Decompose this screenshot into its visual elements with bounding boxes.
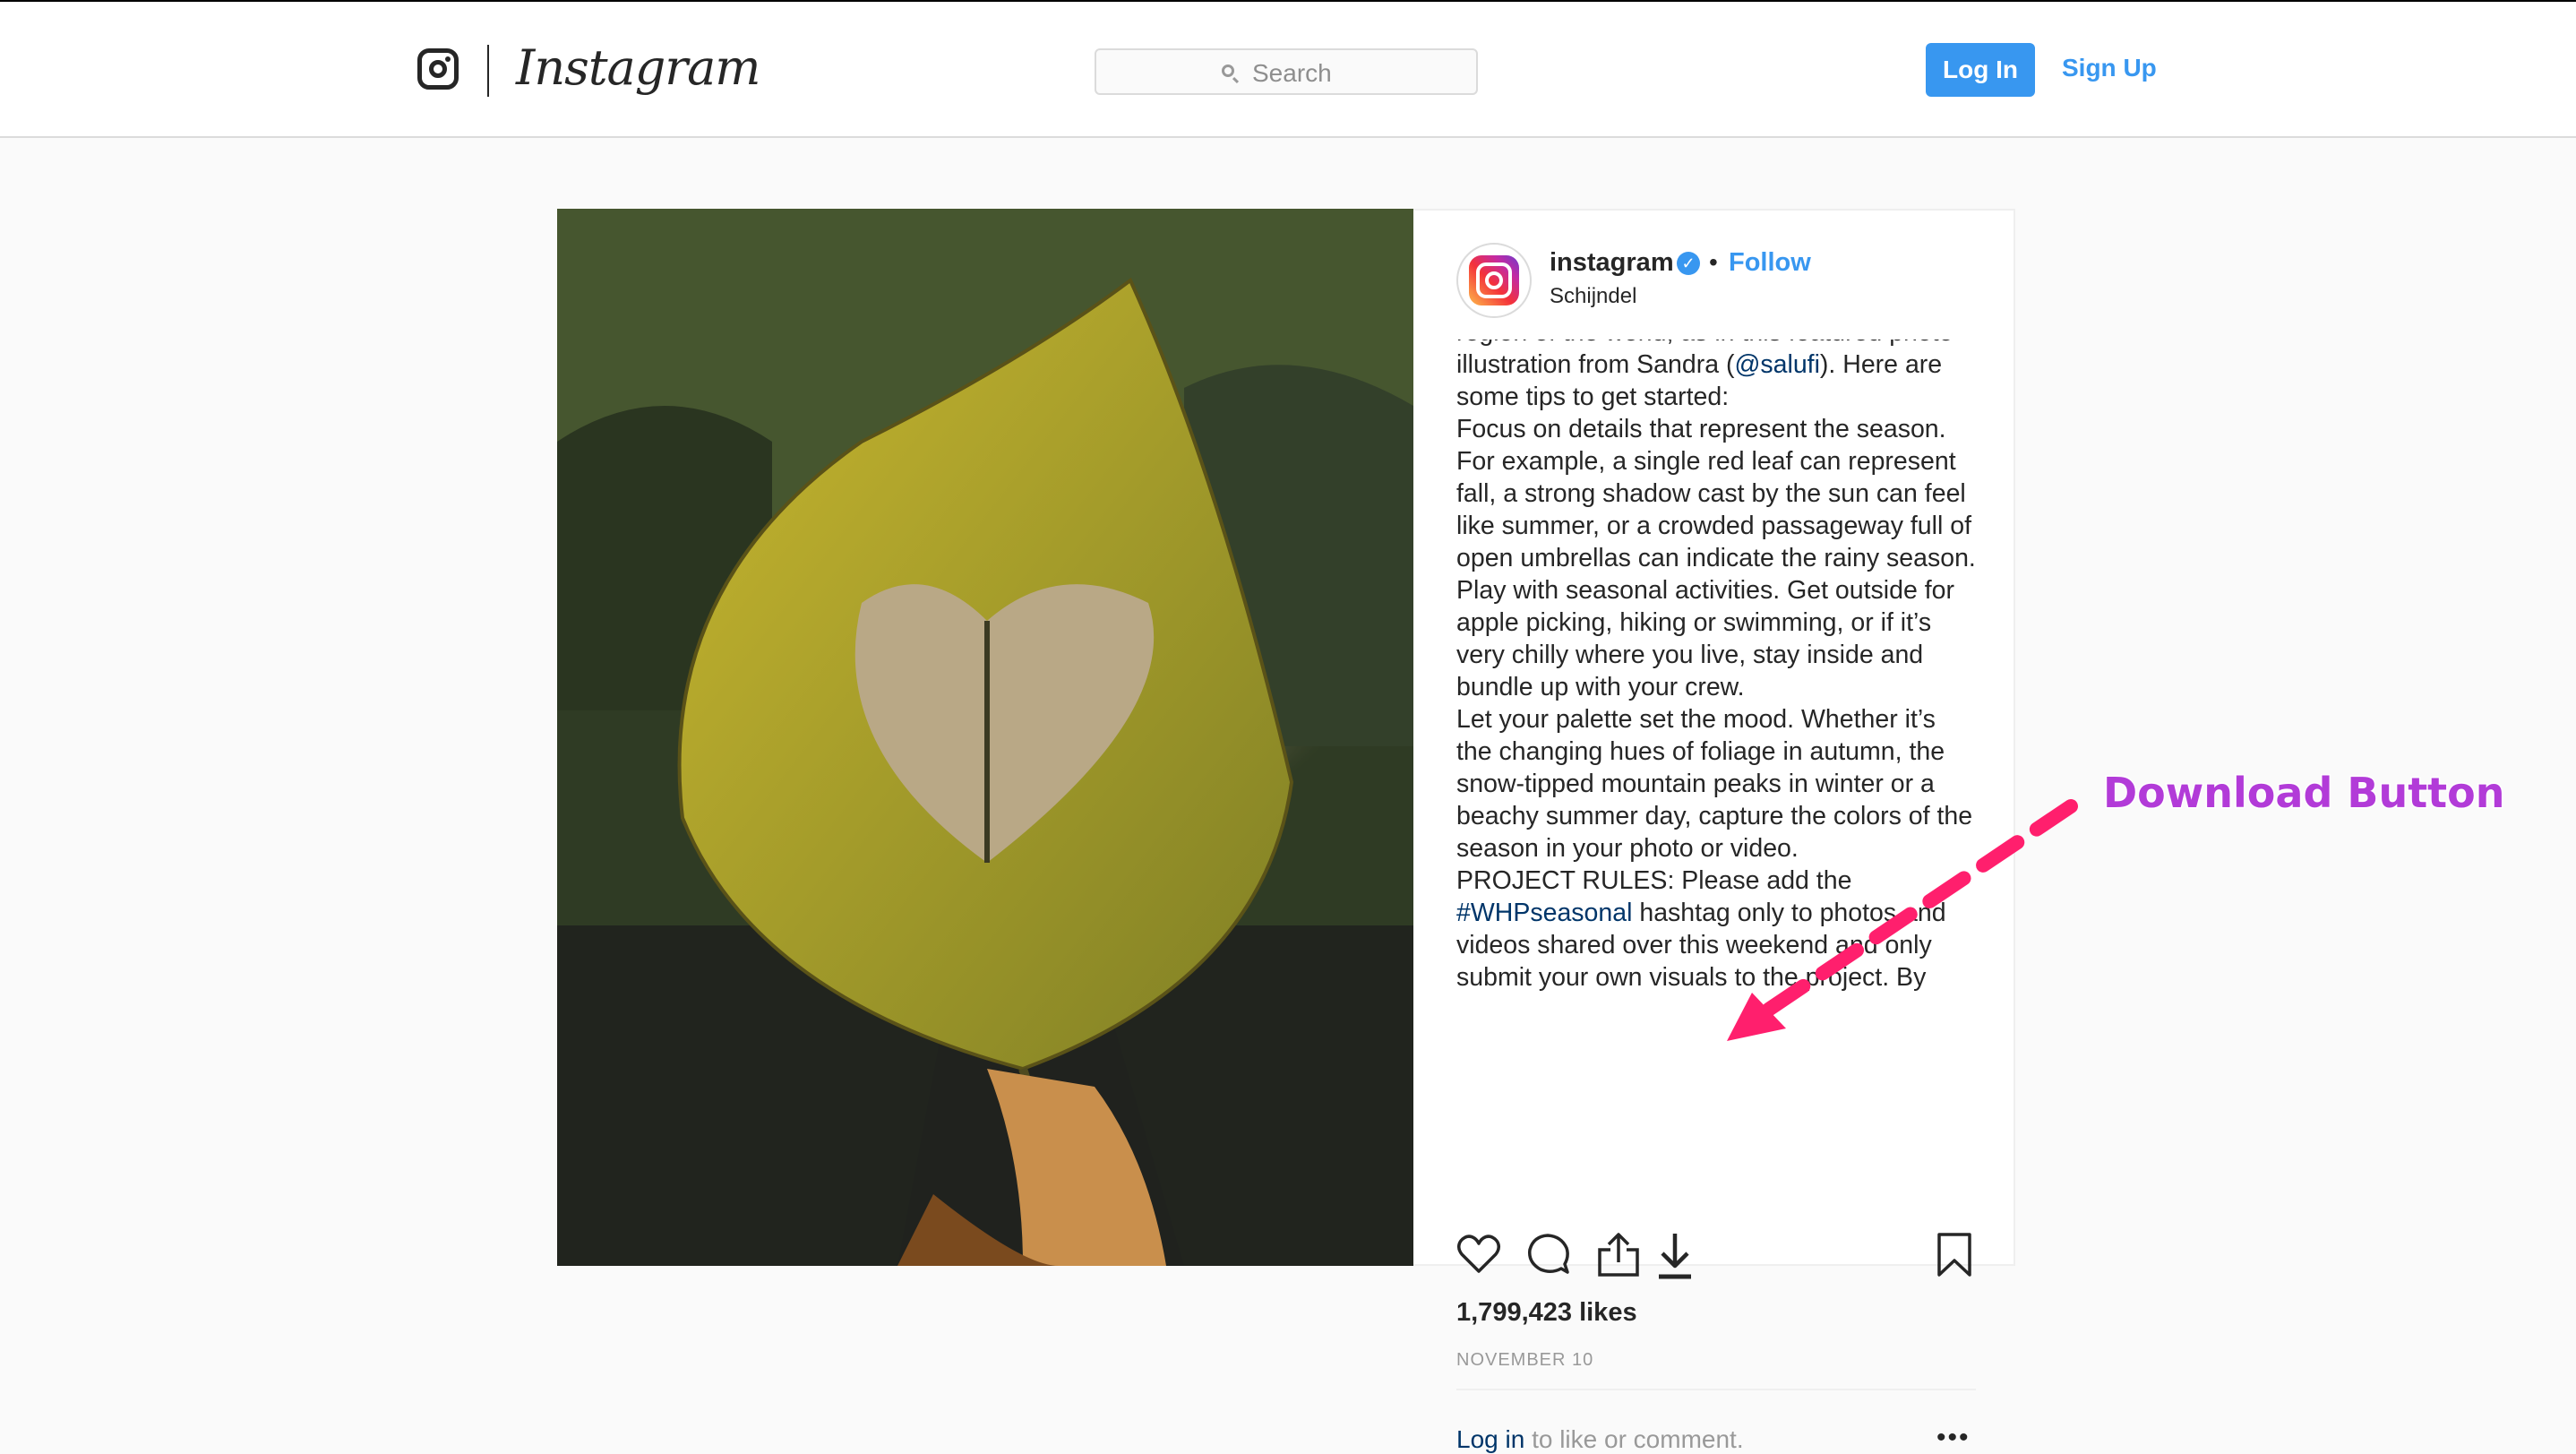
divider bbox=[1456, 1389, 1976, 1390]
login-prompt-text: to like or comment. bbox=[1524, 1425, 1744, 1453]
annotation-overlay bbox=[1727, 799, 2078, 1041]
annotation-arrow-line bbox=[1757, 799, 2078, 1020]
likes-count[interactable]: 1,799,423 likes bbox=[1456, 1298, 1637, 1328]
annotation-label: Download Button bbox=[2102, 768, 2507, 819]
login-prompt: Log in to like or comment. bbox=[1456, 1425, 1744, 1454]
post-date[interactable]: NOVEMBER 10 bbox=[1456, 1350, 1593, 1371]
more-options-icon[interactable]: ••• bbox=[1936, 1424, 1971, 1451]
login-link[interactable]: Log in bbox=[1456, 1425, 1524, 1453]
